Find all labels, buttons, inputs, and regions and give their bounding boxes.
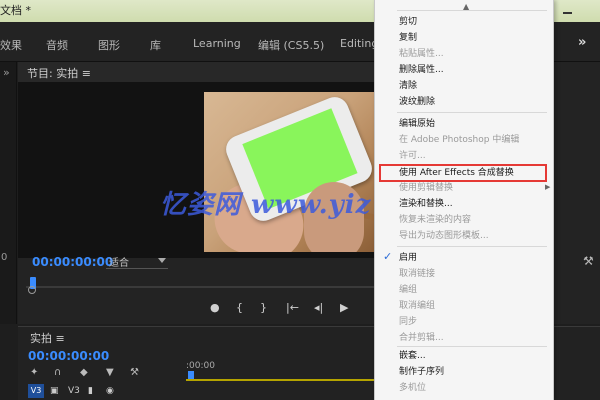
timeline-timecode[interactable]: 00:00:00:00 — [28, 349, 109, 363]
menu-separator — [397, 112, 547, 113]
workspace-tab-learning[interactable]: Learning — [193, 37, 241, 50]
link-icon[interactable]: ∩ — [54, 367, 61, 378]
step-back-button[interactable]: ◂| — [314, 301, 323, 314]
program-monitor-title[interactable]: 节目: 实拍 ≡ — [27, 65, 91, 81]
program-monitor-view — [18, 82, 378, 258]
add-marker-button[interactable]: ● — [210, 301, 220, 314]
menu-separator — [397, 246, 547, 247]
menu-item-synchronize[interactable]: 同步 — [399, 316, 417, 328]
menu-separator — [397, 346, 547, 347]
left-panel: » 0 — [0, 62, 17, 324]
menu-item-restore-unrendered[interactable]: 恢复未渲染的内容 — [399, 214, 471, 226]
monitor-ruler[interactable] — [26, 277, 378, 294]
menu-item-group[interactable]: 编组 — [399, 284, 417, 296]
program-timecode[interactable]: 00:00:00:00 — [32, 255, 113, 269]
menu-item-export-motion-graphics[interactable]: 导出为动态图形模板... — [399, 230, 489, 242]
menu-item-replace-with-clip[interactable]: 使用剪辑替换 — [399, 182, 453, 194]
track-target-v3[interactable]: V3 — [28, 384, 44, 398]
playhead-handle[interactable] — [28, 286, 36, 294]
menu-separator — [397, 10, 547, 11]
menu-item-edit-in-photoshop[interactable]: 在 Adobe Photoshop 中编辑 — [399, 134, 519, 146]
snap-icon[interactable]: ✦ — [30, 367, 38, 378]
add-marker-icon[interactable]: ▼ — [106, 367, 114, 378]
submenu-arrow-icon: ▶ — [545, 183, 551, 191]
workspace-more-button[interactable]: » — [578, 35, 586, 50]
track-header: V3 ▣ V3 ▮ ◉ — [22, 383, 182, 400]
wrench-icon[interactable]: ⚒ — [130, 367, 139, 378]
go-to-in-button[interactable]: |← — [286, 301, 299, 314]
play-button[interactable]: ▶ — [340, 301, 348, 314]
menu-item-copy[interactable]: 复制 — [399, 32, 417, 44]
workspace-tab-graphics[interactable]: 图形 — [98, 37, 120, 53]
lock-icon[interactable]: ▣ — [50, 386, 59, 396]
menu-item-license[interactable]: 许可... — [399, 150, 426, 162]
menu-item-multi-camera[interactable]: 多机位 — [399, 382, 426, 394]
timeline-tools: ✦ ∩ ◆ ▼ ⚒ — [28, 367, 158, 381]
fit-select[interactable]: 适合 — [106, 254, 168, 269]
menu-item-merge-clips[interactable]: 合并剪辑... — [399, 332, 444, 344]
panel-number: 0 — [1, 252, 8, 263]
track-label: V3 — [68, 386, 80, 396]
workspace-tab-audio[interactable]: 音频 — [46, 37, 68, 53]
fit-select-value: 适合 — [109, 258, 129, 269]
menu-item-nest[interactable]: 嵌套... — [399, 350, 426, 362]
menu-item-ungroup[interactable]: 取消编组 — [399, 300, 435, 312]
highlight-box — [379, 164, 547, 182]
workspace-tab-editing-cs55[interactable]: 编辑 (CS5.5) — [258, 37, 324, 53]
menu-item-unlink[interactable]: 取消链接 — [399, 268, 435, 280]
mark-out-button[interactable]: } — [260, 301, 267, 314]
program-monitor-header: 节目: 实拍 ≡ — [18, 62, 378, 82]
chevron-down-icon — [158, 258, 166, 263]
panel-expand-icon[interactable]: » — [3, 66, 10, 79]
menu-item-clear[interactable]: 清除 — [399, 80, 417, 92]
menu-item-cut[interactable]: 剪切 — [399, 16, 417, 28]
menu-item-edit-original[interactable]: 编辑原始 — [399, 118, 435, 130]
menu-item-make-subsequence[interactable]: 制作子序列 — [399, 366, 444, 378]
context-menu: ▲ 剪切 复制 粘贴属性... 删除属性... 清除 波纹删除 编辑原始 在 A… — [374, 0, 554, 400]
film-icon[interactable]: ▮ — [88, 386, 93, 396]
minimize-icon[interactable] — [558, 0, 578, 22]
eye-icon[interactable]: ◉ — [106, 386, 114, 396]
menu-item-remove-attributes[interactable]: 删除属性... — [399, 64, 444, 76]
work-area-bar[interactable] — [186, 379, 386, 381]
timeline-playhead[interactable] — [188, 371, 194, 379]
settings-wrench-icon[interactable]: ⚒ — [583, 254, 594, 268]
menu-item-ripple-delete[interactable]: 波纹删除 — [399, 96, 435, 108]
workspace-tab-effects[interactable]: 效果 — [0, 37, 22, 53]
checkmark-icon: ✓ — [383, 250, 393, 263]
transport-controls: ● { } |← ◂| ▶ — [208, 299, 378, 319]
ruler-line — [26, 286, 378, 288]
video-frame — [204, 92, 378, 252]
timeline-ruler-label: :00:00 — [186, 361, 215, 371]
mark-in-button[interactable]: { — [236, 301, 243, 314]
timeline-title[interactable]: 实拍 ≡ — [30, 330, 65, 346]
menu-item-render-and-replace[interactable]: 渲染和替换... — [399, 198, 453, 210]
marker-tool-icon[interactable]: ◆ — [80, 367, 88, 378]
workspace-tab-editing[interactable]: Editing — [340, 37, 378, 50]
window-title: 文档 * — [0, 4, 31, 17]
menu-item-enable[interactable]: 启用 — [399, 252, 417, 264]
watermark-text: 忆姿网 www.yiz — [160, 190, 372, 220]
workspace-tab-libraries[interactable]: 库 — [150, 37, 161, 53]
menu-item-paste-attributes[interactable]: 粘贴属性... — [399, 48, 444, 60]
right-panel-strip — [553, 62, 600, 324]
